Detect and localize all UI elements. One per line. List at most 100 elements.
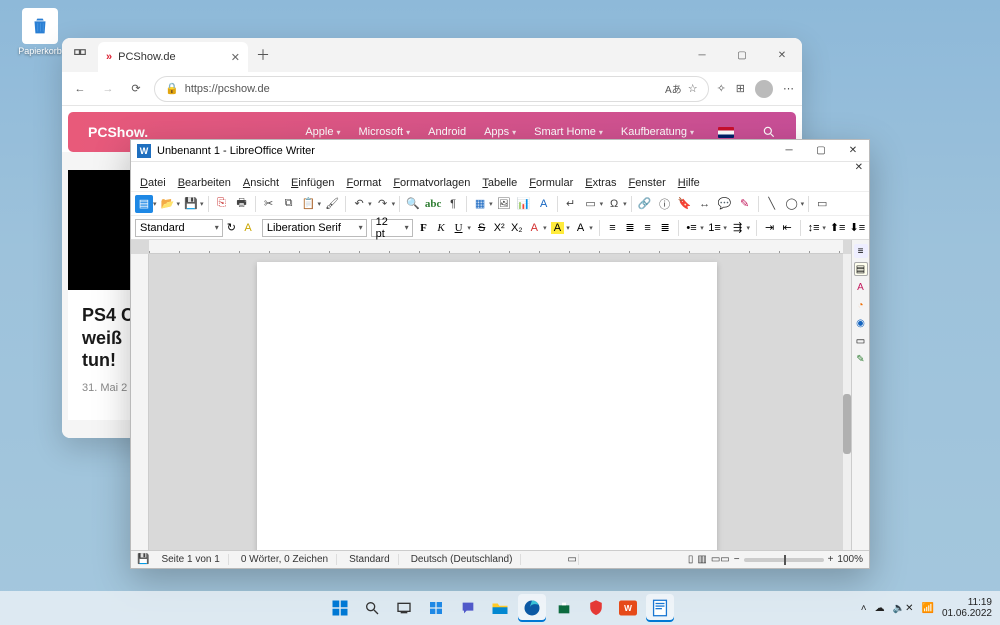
undo-dropdown[interactable]: ▾ [368, 200, 372, 208]
close-tab-icon[interactable]: ✕ [231, 51, 240, 64]
strike-button[interactable]: S [475, 222, 489, 234]
highlight-dropdown[interactable]: ▾ [566, 224, 570, 232]
sidebar-gallery-icon[interactable]: ◔ [854, 298, 868, 312]
edge-tab-active[interactable]: » PCShow.de ✕ [98, 42, 248, 72]
para-space-dec-button[interactable]: ⬇≡ [849, 221, 865, 234]
cut-icon[interactable]: ✂ [260, 195, 278, 213]
edge-close-button[interactable]: ✕ [762, 38, 802, 72]
edge-maximize-button[interactable]: ▢ [722, 38, 762, 72]
nav-kaufberatung[interactable]: Kaufberatung▾ [621, 126, 694, 138]
status-lang[interactable]: Deutsch (Deutschland) [403, 554, 522, 565]
spellcheck-icon[interactable]: abc [424, 195, 442, 213]
favorites-icon[interactable]: ✧ [717, 82, 726, 95]
superscript-button[interactable]: X² [492, 222, 506, 234]
writer-taskbar-button[interactable] [646, 594, 674, 622]
scrollbar-thumb[interactable] [843, 394, 851, 454]
wps-button[interactable]: W [614, 594, 642, 622]
number-list-button[interactable]: 1≡ [708, 222, 722, 234]
outline-dropdown[interactable]: ▾ [746, 224, 750, 232]
edge-minimize-button[interactable]: ─ [682, 38, 722, 72]
clone-formatting-icon[interactable]: 🖌 [323, 195, 341, 213]
view-book-icon[interactable]: ▭▭ [711, 554, 730, 565]
shapes-icon[interactable]: ◯ [783, 195, 801, 213]
line-spacing-button[interactable]: ↕≡ [807, 222, 821, 234]
font-color-dropdown[interactable]: ▾ [543, 224, 547, 232]
undo-icon[interactable]: ↶ [350, 195, 368, 213]
sidebar-properties-icon[interactable]: ▤ [854, 262, 868, 276]
new-document-icon[interactable]: ▤ [135, 195, 153, 213]
formatting-marks-icon[interactable]: ¶ [444, 195, 462, 213]
horizontal-ruler[interactable] [149, 240, 843, 254]
menu-tabelle[interactable]: Tabelle [477, 177, 522, 189]
lo-minimize-button[interactable]: ─ [773, 140, 805, 162]
comment-icon[interactable]: 💬 [716, 195, 734, 213]
export-pdf-icon[interactable]: ⎘ [213, 195, 231, 213]
align-right-button[interactable]: ≡ [641, 222, 655, 234]
nav-microsoft[interactable]: Microsoft▾ [359, 126, 411, 138]
task-view-button[interactable] [390, 594, 418, 622]
favorite-star-icon[interactable]: ☆ [688, 82, 698, 95]
para-space-inc-button[interactable]: ⬆≡ [830, 221, 846, 234]
menu-ansicht[interactable]: Ansicht [238, 177, 284, 189]
number-dropdown[interactable]: ▾ [723, 224, 727, 232]
network-icon[interactable]: 📶 [921, 603, 933, 614]
menu-extras[interactable]: Extras [580, 177, 621, 189]
chat-button[interactable] [454, 594, 482, 622]
status-selection-mode[interactable]: ▭ [559, 554, 579, 565]
menu-formatvorlagen[interactable]: Formatvorlagen [388, 177, 475, 189]
volume-icon[interactable]: 🔈✕ [893, 603, 914, 614]
char-bg-button[interactable]: A [574, 222, 588, 234]
sidebar-navigator-icon[interactable]: ◉ [854, 316, 868, 330]
status-words[interactable]: 0 Wörter, 0 Zeichen [233, 554, 337, 565]
file-explorer-button[interactable] [486, 594, 514, 622]
widgets-button[interactable] [422, 594, 450, 622]
font-color-button[interactable]: A [528, 222, 542, 234]
bookmark-icon[interactable]: 🔖 [676, 195, 694, 213]
menu-hilfe[interactable]: Hilfe [673, 177, 705, 189]
special-char-icon[interactable]: Ω [605, 195, 623, 213]
back-button[interactable]: ← [70, 83, 90, 95]
search-button[interactable] [358, 594, 386, 622]
align-center-button[interactable]: ≣ [623, 221, 637, 234]
nav-apps[interactable]: Apps▾ [484, 126, 516, 138]
vertical-ruler[interactable] [131, 254, 149, 550]
find-replace-icon[interactable]: 🔍 [404, 195, 422, 213]
view-multi-page-icon[interactable]: ▥ [697, 554, 706, 565]
char-bg-dropdown[interactable]: ▾ [589, 224, 593, 232]
sidebar-settings-icon[interactable]: ≡ [854, 244, 868, 258]
insert-chart-icon[interactable]: 📊 [515, 195, 533, 213]
open-icon[interactable]: 📂 [159, 195, 177, 213]
menu-formular[interactable]: Formular [524, 177, 578, 189]
insert-table-icon[interactable]: ▦ [471, 195, 489, 213]
outline-list-button[interactable]: ⇶ [731, 221, 745, 234]
store-button[interactable] [550, 594, 578, 622]
field-dropdown[interactable]: ▾ [600, 200, 604, 208]
align-justify-button[interactable]: ≣ [658, 221, 672, 234]
insert-textbox-icon[interactable]: A [535, 195, 553, 213]
nav-smarthome[interactable]: Smart Home▾ [534, 126, 603, 138]
zoom-out-button[interactable]: − [734, 554, 740, 565]
address-bar[interactable]: 🔒 https://pcshow.de Aあ ☆ [154, 76, 709, 102]
italic-button[interactable]: K [434, 222, 448, 234]
read-aloud-badge[interactable]: Aあ [665, 81, 682, 96]
highlight-button[interactable]: A [551, 222, 565, 234]
lo-maximize-button[interactable]: ▢ [805, 140, 837, 162]
paste-icon[interactable]: 📋 [300, 195, 318, 213]
bold-button[interactable]: F [417, 222, 431, 234]
vertical-scrollbar[interactable] [843, 254, 851, 550]
cross-ref-icon[interactable]: ↔ [696, 195, 714, 213]
menu-bearbeiten[interactable]: Bearbeiten [173, 177, 236, 189]
menu-format[interactable]: Format [341, 177, 386, 189]
track-changes-icon[interactable]: ✎ [736, 195, 754, 213]
update-style-icon[interactable]: ↻ [227, 221, 241, 234]
zoom-slider[interactable] [744, 558, 824, 562]
line-icon[interactable]: ╲ [763, 195, 781, 213]
profile-avatar[interactable] [755, 80, 773, 98]
redo-icon[interactable]: ↷ [374, 195, 392, 213]
zoom-value[interactable]: 100% [837, 554, 863, 565]
align-left-button[interactable]: ≡ [606, 222, 620, 234]
status-style[interactable]: Standard [341, 554, 399, 565]
footnote-icon[interactable]: ⓘ [656, 195, 674, 213]
indent-dec-button[interactable]: ⇤ [780, 221, 794, 234]
status-page[interactable]: Seite 1 von 1 [153, 554, 228, 565]
